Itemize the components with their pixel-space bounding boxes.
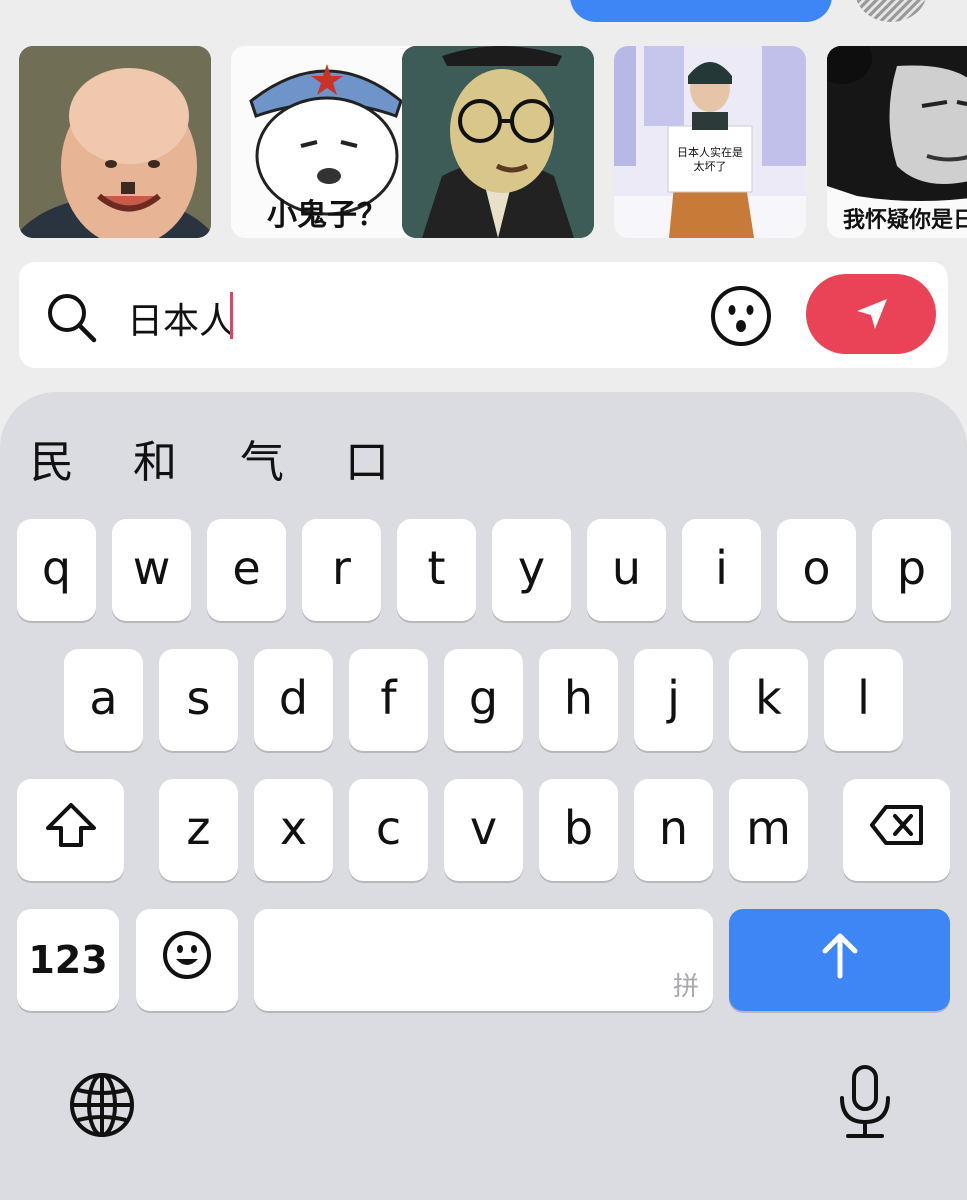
- key-e[interactable]: e: [207, 519, 286, 621]
- key-r[interactable]: r: [302, 519, 381, 621]
- text-cursor: [230, 292, 233, 339]
- key-a[interactable]: a: [64, 649, 143, 751]
- numbers-key[interactable]: 123: [17, 909, 119, 1011]
- key-b[interactable]: b: [539, 779, 618, 881]
- keyboard: 民 和 气 口 q w e r t y u i o p a s d f g h …: [0, 392, 967, 1200]
- key-n[interactable]: n: [634, 779, 713, 881]
- candidate-word[interactable]: 和: [133, 426, 177, 490]
- return-key[interactable]: [729, 909, 950, 1011]
- backspace-icon: [869, 803, 925, 857]
- globe-icon[interactable]: [68, 1071, 136, 1144]
- sticker-glasses-man[interactable]: [402, 46, 594, 238]
- sign-text-line1: 日本人实在是: [677, 146, 743, 159]
- key-j[interactable]: j: [634, 649, 713, 751]
- sticker-caption: 小鬼子？: [267, 198, 387, 233]
- paper-plane-icon: [854, 296, 890, 337]
- key-p[interactable]: p: [872, 519, 951, 621]
- smiley-icon: [161, 929, 213, 992]
- sticker-sign-holder[interactable]: 日本人实在是 太坏了: [614, 46, 806, 238]
- key-z[interactable]: z: [159, 779, 238, 881]
- key-l[interactable]: l: [824, 649, 903, 751]
- key-d[interactable]: d: [254, 649, 333, 751]
- sticker-soldier-cartoon[interactable]: 小鬼子？: [231, 46, 423, 238]
- key-f[interactable]: f: [349, 649, 428, 751]
- key-t[interactable]: t: [397, 519, 476, 621]
- key-s[interactable]: s: [159, 649, 238, 751]
- candidate-word[interactable]: 气: [240, 426, 284, 490]
- key-x[interactable]: x: [254, 779, 333, 881]
- search-icon: [44, 290, 98, 349]
- key-c[interactable]: c: [349, 779, 428, 881]
- key-k[interactable]: k: [729, 649, 808, 751]
- key-w[interactable]: w: [112, 519, 191, 621]
- key-g[interactable]: g: [444, 649, 523, 751]
- space-key[interactable]: 拼: [254, 909, 713, 1011]
- avatar-partial[interactable]: [855, 0, 927, 22]
- message-bubble-partial[interactable]: [570, 0, 832, 22]
- emoji-face-icon[interactable]: [709, 284, 773, 353]
- shift-key[interactable]: [17, 779, 124, 881]
- key-u[interactable]: u: [587, 519, 666, 621]
- sticker-bald-baby[interactable]: [19, 46, 211, 238]
- key-o[interactable]: o: [777, 519, 856, 621]
- key-y[interactable]: y: [492, 519, 571, 621]
- sticker-search-bar[interactable]: 日本人: [19, 262, 948, 368]
- microphone-icon[interactable]: [836, 1064, 894, 1145]
- search-input[interactable]: 日本人: [127, 292, 235, 344]
- key-m[interactable]: m: [729, 779, 808, 881]
- pinyin-mode-label: 拼: [672, 972, 699, 1002]
- sticker-panda-face[interactable]: 我怀疑你是日: [827, 46, 967, 238]
- up-arrow-icon: [820, 931, 860, 990]
- key-i[interactable]: i: [682, 519, 761, 621]
- key-h[interactable]: h: [539, 649, 618, 751]
- sticker-caption: 我怀疑你是日: [843, 208, 967, 233]
- key-q[interactable]: q: [17, 519, 96, 621]
- candidate-word[interactable]: 民: [30, 426, 74, 490]
- candidate-word[interactable]: 口: [345, 426, 389, 490]
- send-button[interactable]: [806, 274, 936, 354]
- key-v[interactable]: v: [444, 779, 523, 881]
- sign-text-line2: 太坏了: [693, 160, 727, 173]
- backspace-key[interactable]: [843, 779, 950, 881]
- emoji-key[interactable]: [136, 909, 238, 1011]
- shift-arrow-icon: [45, 802, 97, 859]
